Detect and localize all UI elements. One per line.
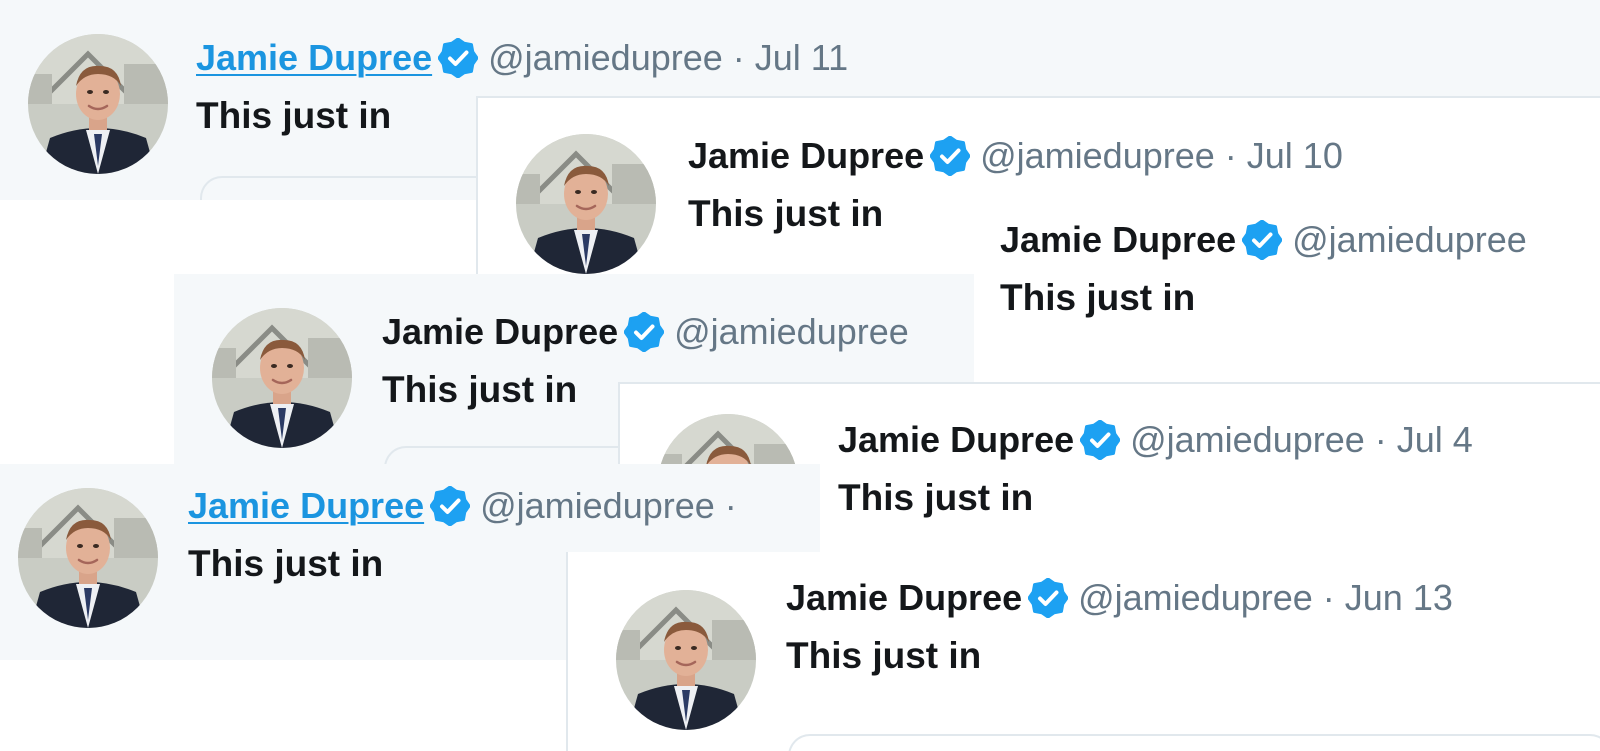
tweet-date[interactable]: Jul 11: [755, 36, 848, 80]
tweet-text: This just in: [838, 477, 1034, 518]
author-handle[interactable]: @jamiedupree: [480, 484, 715, 528]
verified-badge-icon: [624, 312, 665, 352]
tweet-date[interactable]: Jul 4: [1397, 418, 1473, 462]
author-handle[interactable]: @jamiedupree: [1078, 576, 1313, 620]
verified-badge-icon: [1028, 578, 1069, 618]
tweet-card[interactable]: Jamie Dupree @jamiedupree This just in: [970, 208, 1600, 348]
verified-badge-icon: [438, 38, 479, 78]
embedded-card-edge: [788, 734, 1600, 751]
separator: ·: [1224, 135, 1237, 176]
verified-badge-icon: [1242, 220, 1283, 260]
tweet-date[interactable]: Jul 10: [1247, 134, 1343, 178]
tweet-text: This just in: [188, 543, 384, 584]
tweet-text: This just in: [382, 369, 578, 410]
author-handle[interactable]: @jamiedupree: [488, 36, 723, 80]
tweet-text: This just in: [196, 95, 392, 136]
author-name[interactable]: Jamie Dupree: [688, 134, 924, 178]
author-name[interactable]: Jamie Dupree: [1000, 218, 1236, 262]
author-name[interactable]: Jamie Dupree: [838, 418, 1074, 462]
author-handle[interactable]: @jamiedupree: [980, 134, 1215, 178]
author-handle[interactable]: @jamiedupree: [1130, 418, 1365, 462]
tweet-card[interactable]: Jamie Dupree @jamiedupree · Jun 13 This …: [566, 552, 1600, 751]
tweet-date[interactable]: Jun 13: [1345, 576, 1453, 620]
separator: ·: [724, 485, 737, 526]
tweet-text: This just in: [688, 193, 884, 234]
separator: ·: [732, 37, 745, 78]
author-name[interactable]: Jamie Dupree: [786, 576, 1022, 620]
separator: ·: [1322, 577, 1335, 618]
author-handle[interactable]: @jamiedupree: [674, 310, 909, 354]
verified-badge-icon: [1080, 420, 1121, 460]
avatar[interactable]: [516, 134, 656, 274]
author-handle[interactable]: @jamiedupree: [1292, 218, 1527, 262]
verified-badge-icon: [930, 136, 971, 176]
author-name[interactable]: Jamie Dupree: [196, 36, 432, 80]
tweet-text: This just in: [786, 635, 982, 676]
author-name[interactable]: Jamie Dupree: [382, 310, 618, 354]
avatar[interactable]: [212, 308, 352, 448]
avatar[interactable]: [28, 34, 168, 174]
separator: ·: [1374, 419, 1387, 460]
verified-badge-icon: [430, 486, 471, 526]
author-name[interactable]: Jamie Dupree: [188, 484, 424, 528]
avatar[interactable]: [18, 488, 158, 628]
tweet-text: This just in: [1000, 277, 1196, 318]
avatar[interactable]: [616, 590, 756, 730]
